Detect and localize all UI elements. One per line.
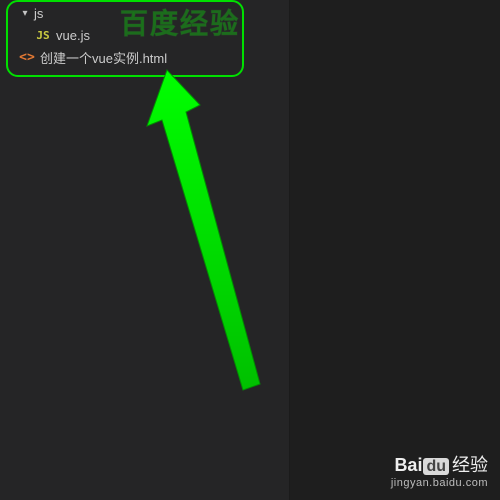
brand-text-du: du [423, 458, 449, 475]
tree-file-vuejs[interactable]: JS vue.js [0, 24, 289, 46]
tree-folder-js[interactable]: ▾ js [0, 2, 289, 24]
html-file-icon: <> [18, 50, 36, 65]
file-tree: ▾ js JS vue.js <> 创建一个vue实例.html [0, 0, 289, 68]
watermark-url: jingyan.baidu.com [391, 477, 488, 490]
javascript-file-icon: JS [34, 29, 52, 42]
brand-text-jingyan: 经验 [452, 455, 488, 475]
tree-file-html[interactable]: <> 创建一个vue实例.html [0, 46, 289, 68]
chevron-down-icon: ▾ [18, 8, 32, 19]
file-explorer-sidebar: ▾ js JS vue.js <> 创建一个vue实例.html [0, 0, 290, 500]
folder-label: js [34, 6, 43, 21]
watermark-logo: Baidu经验 jingyan.baidu.com [391, 455, 488, 490]
watermark-brand: Baidu经验 [391, 455, 488, 477]
file-label: vue.js [56, 28, 90, 43]
file-label: 创建一个vue实例.html [40, 48, 167, 67]
brand-text-bai: Bai [394, 455, 422, 475]
